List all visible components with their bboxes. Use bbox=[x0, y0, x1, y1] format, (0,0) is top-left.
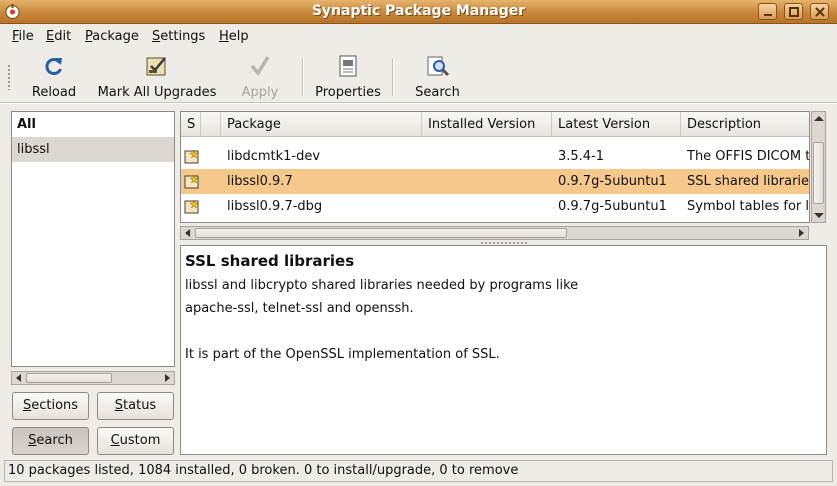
filter-item-all[interactable]: All bbox=[12, 112, 174, 137]
description-line bbox=[185, 320, 822, 343]
menu-settings[interactable]: Settings bbox=[152, 29, 205, 44]
scroll-left-icon[interactable] bbox=[13, 373, 25, 383]
menu-package[interactable]: Package bbox=[85, 29, 139, 44]
search-icon bbox=[427, 56, 449, 77]
package-status-icon[interactable] bbox=[184, 199, 200, 214]
close-button[interactable] bbox=[810, 3, 829, 20]
scroll-up-icon[interactable] bbox=[813, 113, 825, 123]
minimize-icon bbox=[764, 14, 772, 16]
toolbar-separator bbox=[392, 58, 394, 96]
package-table-horizontal-scrollbar[interactable] bbox=[180, 226, 809, 240]
table-row[interactable]: libssl0.9.7 0.9.7g-5ubuntu1 SSL shared l… bbox=[181, 169, 809, 194]
maximize-icon bbox=[789, 7, 799, 17]
scrollbar-thumb[interactable] bbox=[26, 373, 112, 383]
reload-button[interactable]: Reload bbox=[24, 54, 84, 100]
filter-list[interactable]: All libssl bbox=[11, 111, 175, 367]
mark-all-upgrades-button[interactable]: Mark All Upgrades bbox=[97, 54, 217, 100]
description-line: libssl and libcrypto shared libraries ne… bbox=[185, 278, 579, 293]
description-title: SSL shared libraries bbox=[185, 252, 355, 270]
description-line: It is part of the OpenSSL implementation… bbox=[185, 347, 500, 362]
package-status-icon[interactable] bbox=[184, 174, 200, 189]
column-header-installed-version[interactable]: Installed Version bbox=[422, 112, 552, 137]
table-header: S Package Installed Version Latest Versi… bbox=[181, 112, 809, 137]
status-bar: 10 packages listed, 1084 installed, 0 br… bbox=[4, 460, 833, 482]
scrollbar-thumb[interactable] bbox=[813, 142, 824, 204]
toolbar-separator bbox=[302, 58, 304, 96]
menu-help[interactable]: Help bbox=[219, 29, 249, 44]
package-table[interactable]: S Package Installed Version Latest Versi… bbox=[180, 111, 810, 223]
column-header-package[interactable]: Package bbox=[221, 112, 422, 137]
sections-button[interactable]: Sections bbox=[12, 392, 89, 420]
toolbar-grip[interactable] bbox=[7, 64, 11, 90]
close-icon bbox=[815, 7, 825, 17]
table-row[interactable]: libdcmtk1-dev 3.5.4-1 The OFFIS DICOM to… bbox=[181, 144, 809, 169]
package-description-pane: SSL shared libraries libssl and libcrypt… bbox=[180, 245, 827, 455]
column-header-description[interactable]: Description bbox=[681, 112, 809, 137]
scroll-left-icon[interactable] bbox=[182, 228, 194, 238]
custom-filters-button[interactable]: Custom bbox=[97, 427, 174, 455]
search-button[interactable]: Search bbox=[410, 54, 465, 100]
column-header-support[interactable] bbox=[201, 112, 221, 137]
window-title: Synaptic Package Manager bbox=[311, 3, 526, 19]
title-bar: Synaptic Package Manager bbox=[0, 0, 837, 24]
apply-checkmark-icon bbox=[250, 56, 270, 76]
minimize-button[interactable] bbox=[758, 3, 777, 20]
description-line: apache-ssl, telnet-ssl and openssh. bbox=[185, 301, 414, 316]
status-button[interactable]: Status bbox=[97, 392, 174, 420]
package-table-vertical-scrollbar[interactable] bbox=[811, 111, 826, 223]
scroll-down-icon[interactable] bbox=[813, 211, 825, 221]
maximize-button[interactable] bbox=[784, 3, 803, 20]
menu-edit[interactable]: Edit bbox=[46, 29, 71, 44]
table-row[interactable]: libssl0.9.7-dbg 0.9.7g-5ubuntu1 Symbol t… bbox=[181, 194, 809, 219]
column-header-latest-version[interactable]: Latest Version bbox=[552, 112, 681, 137]
package-status-icon[interactable] bbox=[184, 149, 200, 164]
reload-icon bbox=[45, 58, 62, 76]
properties-icon bbox=[339, 55, 357, 77]
filter-item-libssl[interactable]: libssl bbox=[12, 137, 174, 162]
toolbar: Reload Mark All Upgrades Apply Propertie… bbox=[0, 50, 837, 102]
menu-file[interactable]: File bbox=[12, 29, 34, 44]
search-results-button[interactable]: Search bbox=[12, 427, 89, 455]
properties-button[interactable]: Properties bbox=[313, 54, 383, 100]
column-header-status[interactable]: S bbox=[181, 112, 201, 137]
scroll-right-icon[interactable] bbox=[161, 373, 173, 383]
scroll-right-icon[interactable] bbox=[795, 228, 807, 238]
apply-button[interactable]: Apply bbox=[238, 54, 282, 100]
menu-bar: File Edit Package Settings Help bbox=[0, 25, 837, 49]
filter-horizontal-scrollbar[interactable] bbox=[11, 371, 175, 385]
toolbar-divider bbox=[0, 102, 837, 104]
mark-upgrades-icon bbox=[146, 57, 166, 76]
scrollbar-thumb[interactable] bbox=[195, 228, 567, 238]
